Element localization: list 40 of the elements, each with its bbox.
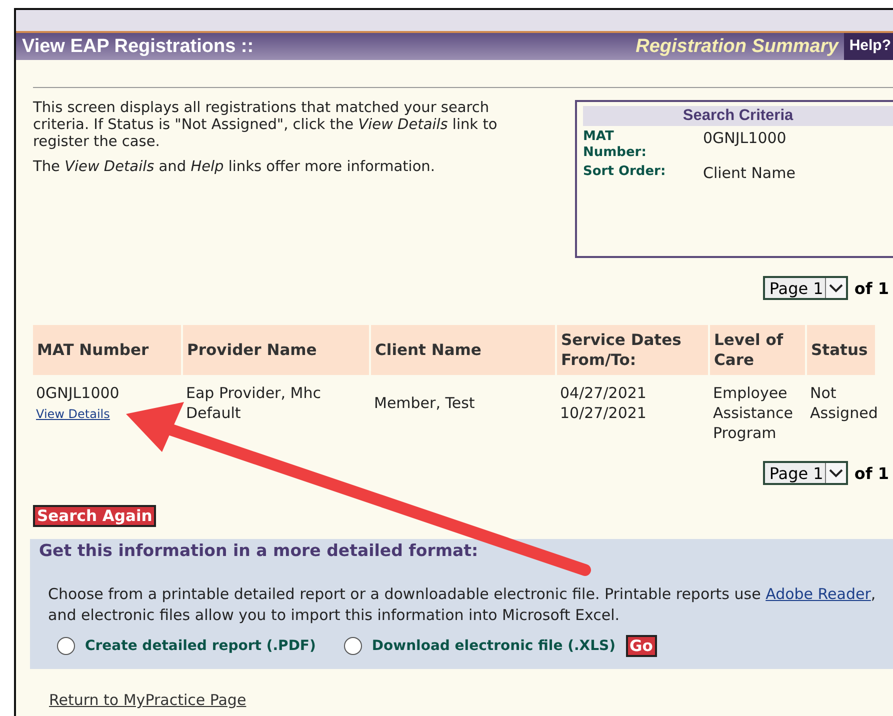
chevron-down-icon (825, 278, 846, 298)
option-label[interactable]: Download electronic file (.XLS) (372, 638, 616, 654)
column-header: Client Name (371, 325, 557, 375)
table-cell-text: Not Assigned (809, 383, 877, 424)
table-cell-text: Member, Test (373, 393, 476, 414)
page-count: of 1 (854, 278, 889, 298)
option-label[interactable]: Create detailed report (.PDF) (85, 638, 316, 654)
table-cell-text: Employee Assistance Program (712, 383, 794, 443)
page-select[interactable]: Page 1 (763, 276, 848, 300)
help-button[interactable]: Help? (844, 33, 893, 60)
page-subtitle: Registration Summary (636, 36, 838, 58)
go-button[interactable]: Go (626, 635, 657, 657)
table-cell-text: Eap Provider, Mhc Default (185, 383, 322, 424)
panel-title: Search Criteria (583, 106, 893, 126)
section-title: Get this information in a more detailed format: (39, 541, 480, 560)
page-count: of 1 (854, 464, 889, 482)
table-cell-text: 10/27/2021 (560, 403, 648, 423)
column-header: Status (807, 325, 877, 375)
criteria-label: Sort Order: (583, 164, 667, 181)
criteria-label: MAT Number: (583, 129, 648, 161)
table-cell-text: 04/27/2021 (560, 383, 648, 403)
export-description: Choose from a printable detailed report or a downloadable electronic file. Printable reports use Adobe Reader, and electronic files allow you to import this information into Microsoft Excel. (48, 584, 877, 626)
criteria-value: 0GNJL1000 (703, 129, 788, 149)
column-header: Provider Name (183, 325, 371, 375)
radio-button[interactable] (57, 637, 75, 655)
page-title: View EAP Registrations :: (22, 36, 255, 58)
radio-button[interactable] (344, 637, 362, 655)
column-header: Level of Care (710, 325, 807, 375)
page-select[interactable]: Page 1 (763, 461, 848, 485)
criteria-value: Client Name (703, 164, 796, 182)
chevron-down-icon (825, 463, 846, 483)
column-header: Service Dates From/To: (557, 325, 710, 375)
view-details-link[interactable]: View Details (36, 408, 110, 420)
column-header: MAT Number (33, 325, 183, 375)
search-again-button[interactable]: Search Again (33, 505, 156, 527)
intro-text: The View Details and Help links offer more information. (33, 159, 436, 176)
table-cell-text: 0GNJL1000 (36, 383, 120, 403)
return-link[interactable]: Return to MyPractice Page (49, 691, 246, 709)
adobe-reader-link[interactable]: Adobe Reader (766, 585, 871, 603)
intro-text: This screen displays all registrations that matched your search criteria. If Status is "Not Assigned", click the View Details link to register the case. (33, 100, 498, 151)
